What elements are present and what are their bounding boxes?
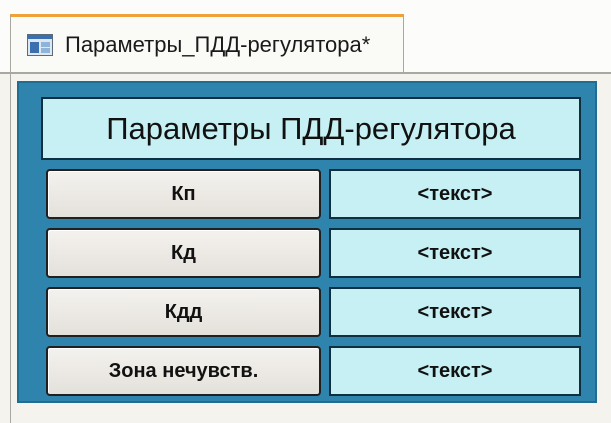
kp-value-text: <текст> — [417, 182, 493, 205]
dead-zone-button-label: Зона нечувств. — [108, 359, 259, 382]
kdd-button[interactable]: Кдд — [46, 287, 321, 337]
kd-button-label: Кд — [171, 241, 196, 264]
kdd-value-field[interactable]: <текст> — [329, 287, 581, 337]
kp-button-label: Кп — [171, 182, 196, 205]
kd-button[interactable]: Кд — [46, 228, 321, 278]
kdd-button-label: Кдд — [164, 300, 203, 323]
dead-zone-button[interactable]: Зона нечувств. — [46, 346, 321, 396]
kd-value-text: <текст> — [417, 241, 493, 264]
panel-title: Параметры ПДД-регулятора — [106, 110, 516, 146]
kdd-value-text: <текст> — [417, 300, 493, 323]
dead-zone-value-field[interactable]: <текст> — [329, 346, 581, 396]
screen-form-icon — [27, 33, 53, 56]
panel-title-box: Параметры ПДД-регулятора — [41, 97, 581, 160]
kp-button[interactable]: Кп — [46, 169, 321, 219]
kd-value-field[interactable]: <текст> — [329, 228, 581, 278]
tab-label: Параметры_ПДД-регулятора* — [65, 31, 371, 57]
dead-zone-value-text: <текст> — [417, 359, 493, 382]
tab-pdd-parameters[interactable]: Параметры_ПДД-регулятора* — [10, 14, 404, 72]
kp-value-field[interactable]: <текст> — [329, 169, 581, 219]
editor-window: Параметры_ПДД-регулятора* Параметры ПДД-… — [0, 0, 611, 423]
tab-strip: Параметры_ПДД-регулятора* — [0, 0, 611, 74]
